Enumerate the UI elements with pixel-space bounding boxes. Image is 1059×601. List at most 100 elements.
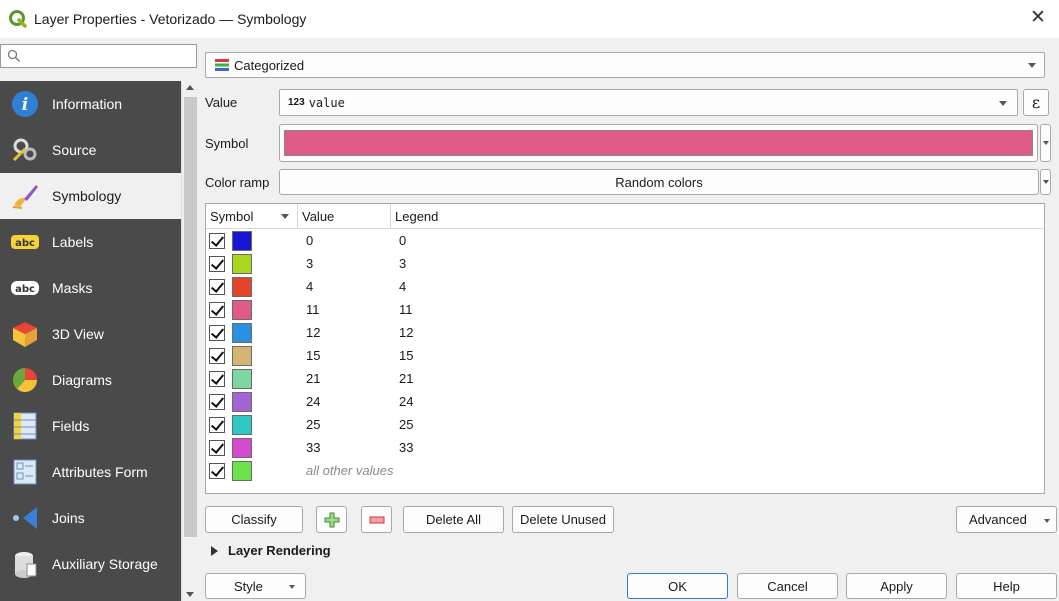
- category-symbol-swatch[interactable]: [232, 437, 252, 458]
- style-button[interactable]: Style: [205, 573, 306, 599]
- category-legend[interactable]: 21: [399, 371, 413, 386]
- sidebar-item-information[interactable]: i Information: [0, 81, 181, 127]
- table-row[interactable]: 11 11: [206, 298, 1044, 321]
- table-row[interactable]: 24 24: [206, 390, 1044, 413]
- sidebar-item-auxiliary-storage[interactable]: Auxiliary Storage: [0, 541, 181, 587]
- category-symbol-swatch[interactable]: [232, 253, 252, 274]
- table-row[interactable]: all other values: [206, 459, 1044, 482]
- chevron-down-icon: [1028, 63, 1036, 68]
- sidebar-item-fields[interactable]: Fields: [0, 403, 181, 449]
- search-input[interactable]: [0, 44, 197, 68]
- table-row[interactable]: 15 15: [206, 344, 1044, 367]
- table-row[interactable]: 25 25: [206, 413, 1044, 436]
- ok-button[interactable]: OK: [627, 573, 728, 599]
- category-checkbox[interactable]: [209, 255, 225, 272]
- category-symbol-swatch[interactable]: [232, 322, 252, 343]
- categories-table[interactable]: Symbol Value Legend 0 0 3 3 4 4 11 11 12 12 15 15 21…: [205, 203, 1045, 494]
- category-checkbox[interactable]: [209, 301, 225, 318]
- category-symbol-swatch[interactable]: [232, 345, 252, 366]
- category-legend[interactable]: 0: [399, 233, 406, 248]
- cancel-button[interactable]: Cancel: [737, 573, 838, 599]
- table-row[interactable]: 44: [206, 275, 1044, 298]
- sidebar-item-attributes-form[interactable]: Attributes Form: [0, 449, 181, 495]
- category-value: 21: [306, 371, 321, 386]
- category-checkbox[interactable]: [209, 416, 225, 433]
- table-row[interactable]: 21 21: [206, 367, 1044, 390]
- scrollbar-thumb[interactable]: [184, 97, 197, 537]
- delete-all-button[interactable]: Delete All: [403, 506, 504, 533]
- apply-label: Apply: [880, 578, 913, 594]
- style-label: Style: [234, 578, 263, 594]
- table-row[interactable]: 33: [206, 252, 1044, 275]
- color-ramp-dropdown-button[interactable]: [1040, 169, 1051, 195]
- column-header-symbol-label: Symbol: [210, 208, 254, 224]
- sidebar-item-labels[interactable]: abc Labels: [0, 219, 181, 265]
- column-header-value[interactable]: Value: [298, 204, 391, 228]
- category-legend[interactable]: 4: [399, 279, 406, 294]
- remove-category-button[interactable]: [361, 506, 392, 533]
- help-button[interactable]: Help: [956, 573, 1057, 599]
- help-label: Help: [993, 578, 1020, 594]
- color-ramp-value: Random colors: [615, 174, 703, 190]
- category-value: 0: [306, 233, 314, 248]
- category-checkbox[interactable]: [209, 393, 225, 410]
- table-header: Symbol Value Legend: [206, 204, 1044, 229]
- sidebar-item-masks[interactable]: abc Masks: [0, 265, 181, 311]
- category-value: 25: [306, 417, 321, 432]
- scroll-down-icon[interactable]: [186, 592, 194, 597]
- category-legend[interactable]: 33: [399, 440, 413, 455]
- numeric-field-icon: 123: [288, 97, 305, 108]
- symbol-dropdown-button[interactable]: [1040, 124, 1051, 162]
- category-legend[interactable]: 24: [399, 394, 413, 409]
- svg-text:i: i: [22, 95, 28, 115]
- apply-button[interactable]: Apply: [846, 573, 947, 599]
- table-row[interactable]: 33 33: [206, 436, 1044, 459]
- category-legend[interactable]: 15: [399, 348, 413, 363]
- sidebar-item-source[interactable]: Source: [0, 127, 181, 173]
- category-symbol-swatch[interactable]: [232, 368, 252, 389]
- color-ramp-button[interactable]: Random colors: [279, 169, 1039, 195]
- sidebar-item-symbology[interactable]: Symbology: [0, 173, 181, 219]
- category-symbol-swatch[interactable]: [232, 276, 252, 297]
- category-symbol-swatch[interactable]: [232, 230, 252, 251]
- category-checkbox[interactable]: [209, 439, 225, 456]
- renderer-type-select[interactable]: Categorized: [205, 52, 1045, 78]
- column-header-value-label: Value: [302, 208, 335, 224]
- value-field-select[interactable]: 123 value: [279, 89, 1018, 116]
- expression-button[interactable]: ε: [1023, 89, 1049, 116]
- category-checkbox[interactable]: [209, 347, 225, 364]
- scroll-up-icon[interactable]: [186, 85, 194, 90]
- attributes-form-icon: [10, 457, 40, 487]
- sidebar-item-diagrams[interactable]: Diagrams: [0, 357, 181, 403]
- category-symbol-swatch[interactable]: [232, 391, 252, 412]
- sidebar-item-joins[interactable]: Joins: [0, 495, 181, 541]
- category-checkbox[interactable]: [209, 232, 225, 249]
- masks-abc-icon: abc: [10, 273, 40, 303]
- window-title: Layer Properties - Vetorizado — Symbolog…: [34, 11, 307, 27]
- category-legend[interactable]: 12: [399, 325, 413, 340]
- advanced-button[interactable]: Advanced: [956, 506, 1057, 533]
- table-row[interactable]: 12 12: [206, 321, 1044, 344]
- classify-button[interactable]: Classify: [205, 506, 303, 533]
- delete-unused-button[interactable]: Delete Unused: [512, 506, 614, 533]
- close-icon[interactable]: ✕: [1027, 8, 1049, 30]
- sidebar-item-3d-view[interactable]: 3D View: [0, 311, 181, 357]
- category-symbol-swatch[interactable]: [232, 299, 252, 320]
- category-checkbox[interactable]: [209, 462, 225, 479]
- table-row[interactable]: 00: [206, 229, 1044, 252]
- sidebar-scrollbar[interactable]: [181, 81, 198, 601]
- category-legend[interactable]: 25: [399, 417, 413, 432]
- column-header-legend[interactable]: Legend: [391, 204, 438, 228]
- category-legend[interactable]: 11: [399, 302, 413, 317]
- category-symbol-swatch[interactable]: [232, 460, 252, 481]
- category-legend[interactable]: 3: [399, 256, 406, 271]
- chevron-down-icon: [999, 100, 1007, 106]
- add-category-button[interactable]: [316, 506, 347, 533]
- category-checkbox[interactable]: [209, 278, 225, 295]
- layer-rendering-toggle[interactable]: Layer Rendering: [211, 543, 331, 558]
- column-header-symbol[interactable]: Symbol: [206, 204, 298, 228]
- category-symbol-swatch[interactable]: [232, 414, 252, 435]
- symbol-button[interactable]: [279, 124, 1038, 162]
- category-checkbox[interactable]: [209, 370, 225, 387]
- category-checkbox[interactable]: [209, 324, 225, 341]
